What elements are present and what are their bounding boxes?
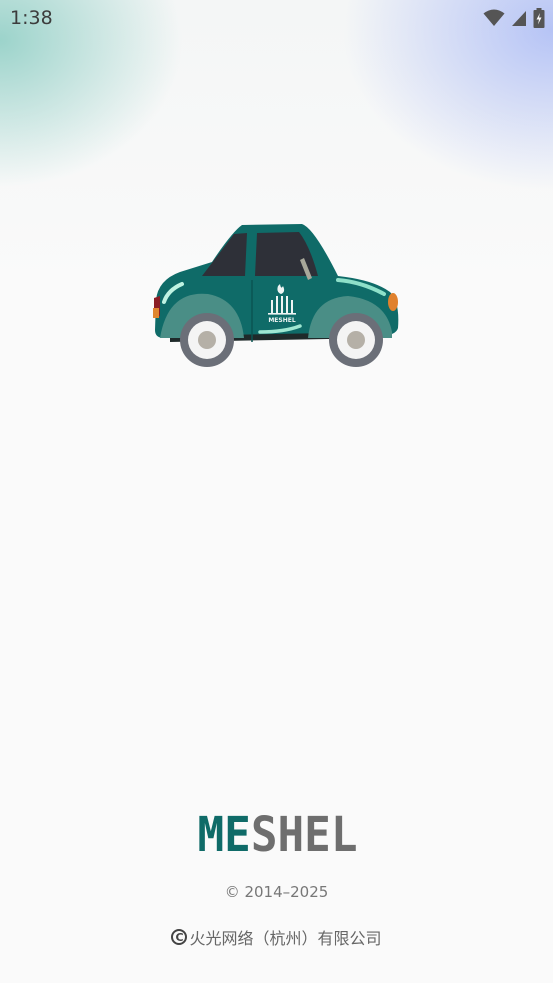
copyright-mark-icon: C <box>171 929 188 945</box>
car-illustration: MESHEL <box>153 224 399 367</box>
door-logo-text: MESHEL <box>268 317 296 324</box>
company-name: 火光网络（杭州）有限公司 <box>189 929 382 948</box>
company-footer: C 火光网络（杭州）有限公司 <box>0 925 553 949</box>
cellular-signal-icon <box>512 11 526 26</box>
car-window-front <box>202 233 247 276</box>
status-bar: 1:38 <box>0 0 553 38</box>
meshel-logo: MESHEL <box>198 808 358 854</box>
battery-charging-icon <box>533 8 545 28</box>
head-light <box>388 293 398 311</box>
status-time: 1:38 <box>10 7 53 29</box>
front-wheel <box>329 313 383 367</box>
wifi-icon <box>483 9 505 26</box>
status-icons <box>483 8 545 28</box>
rear-wheel <box>180 313 234 367</box>
copyright-years: © 2014–2025 <box>224 883 329 901</box>
